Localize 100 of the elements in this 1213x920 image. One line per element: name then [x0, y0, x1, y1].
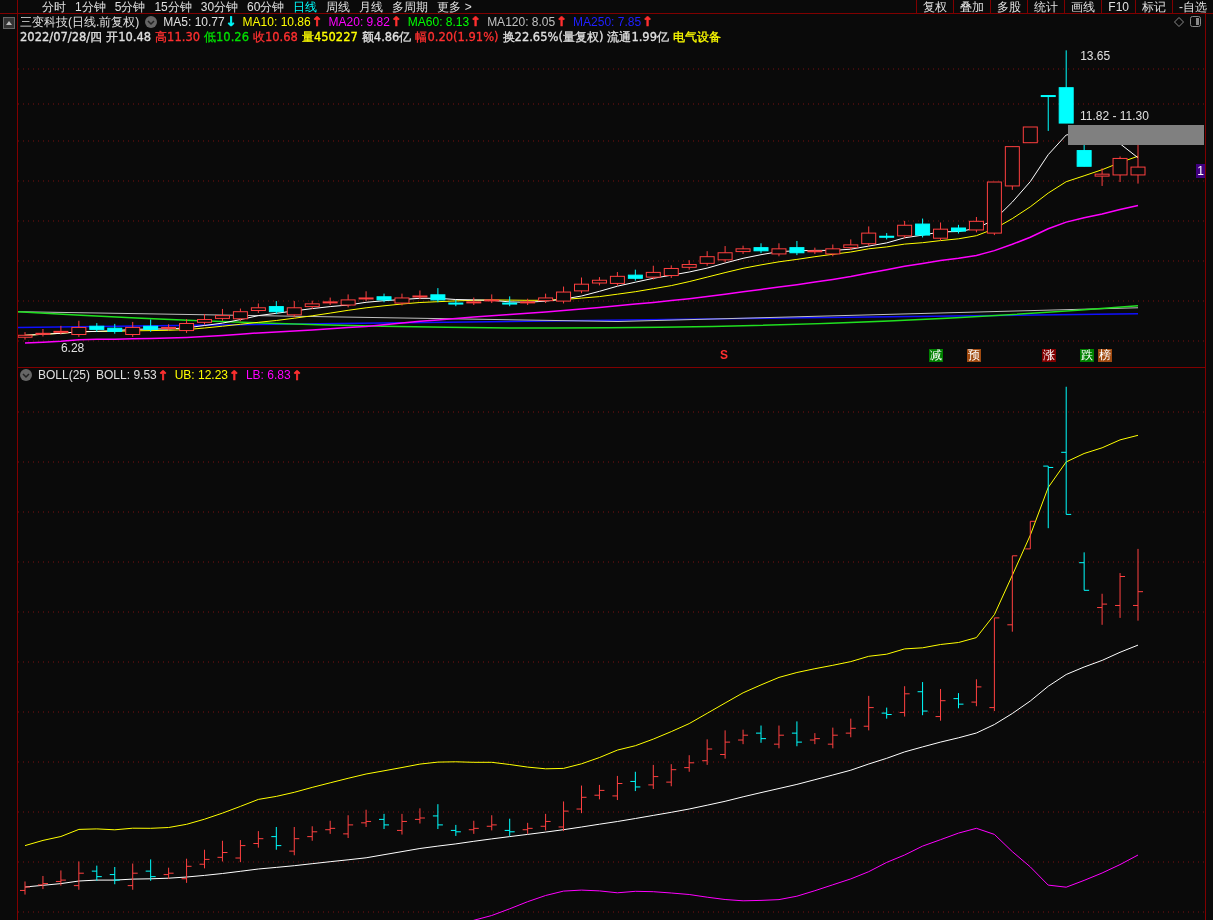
- candle: [197, 313, 212, 326]
- period-tab[interactable]: 更多 >: [437, 0, 472, 13]
- price-bar: [1114, 572, 1126, 619]
- candle: [214, 308, 230, 322]
- trend-arrow: ↑: [157, 368, 169, 382]
- toolbar-button[interactable]: 复权: [916, 0, 954, 13]
- candle: [897, 220, 913, 239]
- bollinger-value: LB: 6.83: [245, 367, 291, 384]
- candle: [232, 308, 248, 322]
- candle: [125, 321, 141, 338]
- price-bar: [306, 825, 318, 842]
- candle: [520, 298, 536, 306]
- price-bar: [37, 875, 49, 890]
- moving-average-value: MA20: 9.82: [328, 13, 390, 31]
- price-bar: [755, 725, 767, 744]
- trend-arrow: ↑: [311, 15, 323, 28]
- candle: [645, 265, 661, 280]
- quote-value: 开10.48: [106, 29, 152, 44]
- candle: [502, 295, 518, 307]
- price-bar: [665, 763, 677, 787]
- toolbar-button[interactable]: 标记: [1135, 0, 1172, 13]
- dropdown-icon[interactable]: [145, 15, 158, 28]
- candle: [968, 216, 984, 233]
- price-bar: [970, 678, 982, 707]
- candle: [861, 225, 877, 247]
- toolbar-button[interactable]: 画线: [1064, 0, 1102, 13]
- price-bar: [1042, 465, 1054, 529]
- price-bar: [791, 720, 803, 747]
- quote-value: 量450227: [301, 29, 358, 44]
- quote-value: 高11.30: [155, 29, 201, 44]
- moving-average-value: MA250: 7.85: [573, 13, 642, 31]
- price-bar: [127, 863, 139, 891]
- price-bar: [899, 685, 911, 718]
- price-bar: [396, 813, 408, 836]
- price-bar: [593, 784, 605, 800]
- toolbar-button[interactable]: F10: [1101, 0, 1135, 13]
- candle: [322, 297, 338, 306]
- candle: [1094, 167, 1110, 187]
- candle: [933, 222, 949, 242]
- period-tab[interactable]: 1分钟: [75, 0, 106, 13]
- price-bar: [558, 800, 570, 832]
- price-bar: [181, 858, 193, 884]
- candle: [717, 245, 733, 263]
- candle: [358, 290, 374, 302]
- price-bar: [881, 707, 893, 720]
- period-tab[interactable]: 60分钟: [247, 0, 285, 13]
- candle: [915, 218, 931, 238]
- toolbar-button[interactable]: 多股: [990, 0, 1028, 13]
- diamond-icon[interactable]: [1174, 16, 1184, 27]
- low-price-label: 6.28: [60, 341, 85, 355]
- price-bar: [19, 881, 31, 896]
- quote-value: 2022/07/28/四: [20, 29, 103, 44]
- candle: [448, 299, 464, 307]
- candle: [538, 293, 554, 304]
- candle: [179, 318, 195, 334]
- signal-badge: 减: [929, 349, 943, 362]
- price-bar: [450, 824, 462, 837]
- candle: [825, 244, 841, 257]
- price-bar: [683, 754, 695, 773]
- period-tab[interactable]: 月线: [359, 0, 384, 13]
- candle: [412, 290, 428, 300]
- period-tab[interactable]: 5分钟: [114, 0, 146, 13]
- toolbar-button[interactable]: 统计: [1027, 0, 1065, 13]
- price-bar: [809, 732, 821, 745]
- candle: [1040, 95, 1056, 132]
- dropdown-icon[interactable]: [20, 369, 32, 381]
- bollinger-value: BOLL: 9.53: [96, 367, 157, 384]
- price-bar: [342, 814, 354, 839]
- period-tab[interactable]: 多周期: [392, 0, 429, 13]
- candle: [1004, 146, 1020, 191]
- candle: [18, 331, 33, 341]
- price-bar: [414, 807, 426, 824]
- price-bar: [91, 865, 103, 882]
- toolbar-button[interactable]: 叠加: [953, 0, 991, 13]
- candle: [107, 323, 123, 335]
- panel-toggle-icon[interactable]: [1190, 16, 1201, 27]
- price-bar: [1078, 551, 1090, 591]
- trend-arrow: ↑: [229, 368, 240, 382]
- price-bar: [55, 869, 67, 887]
- candle: [627, 269, 643, 282]
- price-bar: [576, 785, 587, 814]
- candle: [394, 293, 410, 306]
- price-bar: [917, 681, 929, 716]
- period-tab[interactable]: 分时: [42, 0, 66, 13]
- scroll-up-icon[interactable]: [2, 17, 15, 29]
- price-bar: [288, 826, 300, 856]
- candle: [951, 224, 966, 234]
- toolbar-button[interactable]: -自选: [1172, 0, 1213, 13]
- price-bar: [647, 764, 659, 790]
- trend-arrow: ↓: [225, 15, 237, 28]
- period-tab[interactable]: 日线: [293, 0, 318, 13]
- period-tab[interactable]: 15分钟: [154, 0, 192, 13]
- period-tab[interactable]: 30分钟: [200, 0, 239, 13]
- candle: [1022, 126, 1038, 144]
- period-tab[interactable]: 周线: [326, 0, 351, 13]
- price-range-label: 11.82 - 11.30: [1080, 109, 1149, 123]
- candle: [843, 238, 859, 251]
- candle: [286, 300, 302, 318]
- quote-value: 收10.68: [253, 29, 298, 44]
- price-bar: [935, 688, 947, 722]
